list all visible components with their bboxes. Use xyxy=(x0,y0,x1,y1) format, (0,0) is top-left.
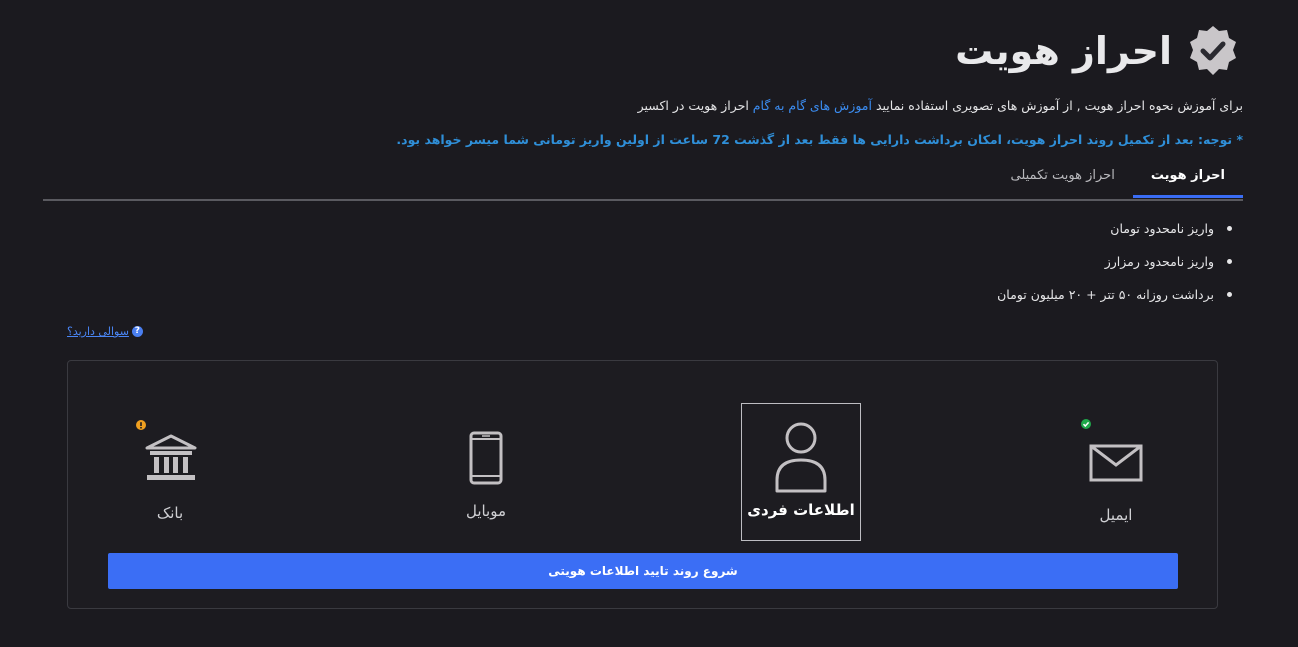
intro-suffix: احراز هویت در اکسیر xyxy=(637,98,749,113)
tutorial-link[interactable]: آموزش های گام به گام xyxy=(753,98,872,113)
success-check-icon xyxy=(1081,419,1091,429)
step-mobile[interactable]: موبایل xyxy=(426,404,546,542)
tab-identity-verification[interactable]: احراز هویت xyxy=(1132,158,1244,200)
list-item: برداشت روزانه ۵۰ تتر + ۲۰ میلیون تومان xyxy=(997,278,1238,311)
intro-text: برای آموزش نحوه احراز هویت , از آموزش ها… xyxy=(638,98,1243,113)
page-header: احراز هویت xyxy=(955,22,1240,80)
verified-badge-icon xyxy=(1190,26,1236,75)
step-bank-label: بانک xyxy=(156,504,184,522)
tabs-divider xyxy=(43,199,1243,201)
start-verification-button[interactable]: شروع روند تایید اطلاعات هویتی xyxy=(108,553,1178,589)
tab-advanced-verification[interactable]: احراز هویت تکمیلی xyxy=(993,158,1133,200)
step-bank[interactable]: بانک xyxy=(110,404,230,542)
step-email-label: ایمیل xyxy=(1099,506,1133,524)
withdrawal-notice: * توجه: بعد از تکمیل روند احراز هویت، ام… xyxy=(396,132,1243,147)
step-email[interactable]: ایمیل xyxy=(1056,404,1176,542)
verification-tabs: احراز هویت احراز هویت تکمیلی xyxy=(993,158,1244,200)
mobile-icon xyxy=(469,431,503,485)
page-title: احراز هویت xyxy=(955,29,1172,73)
bank-icon xyxy=(145,434,197,480)
step-personal-info[interactable]: اطلاعات فردی xyxy=(741,403,861,541)
help-link[interactable]: ? سوالی دارید؟ xyxy=(67,325,143,338)
intro-prefix: برای آموزش نحوه احراز هویت , از آموزش ها… xyxy=(871,98,1243,113)
list-item: واریز نامحدود تومان xyxy=(997,212,1238,245)
benefits-list: واریز نامحدود تومان واریز نامحدود رمزارز… xyxy=(997,212,1238,311)
list-item: واریز نامحدود رمزارز xyxy=(997,245,1238,278)
step-mobile-label: موبایل xyxy=(465,502,507,520)
question-icon: ? xyxy=(131,326,143,337)
verification-steps-panel: ایمیل اطلاعات فردی موبایل بانک شروع روند… xyxy=(67,360,1218,609)
step-personal-info-label: اطلاعات فردی xyxy=(747,501,855,519)
user-icon xyxy=(775,422,827,493)
help-link-label: سوالی دارید؟ xyxy=(67,325,129,338)
envelope-icon xyxy=(1089,444,1143,482)
identity-verification-page: احراز هویت برای آموزش نحوه احراز هویت , … xyxy=(0,0,1298,647)
warning-icon xyxy=(136,420,146,430)
